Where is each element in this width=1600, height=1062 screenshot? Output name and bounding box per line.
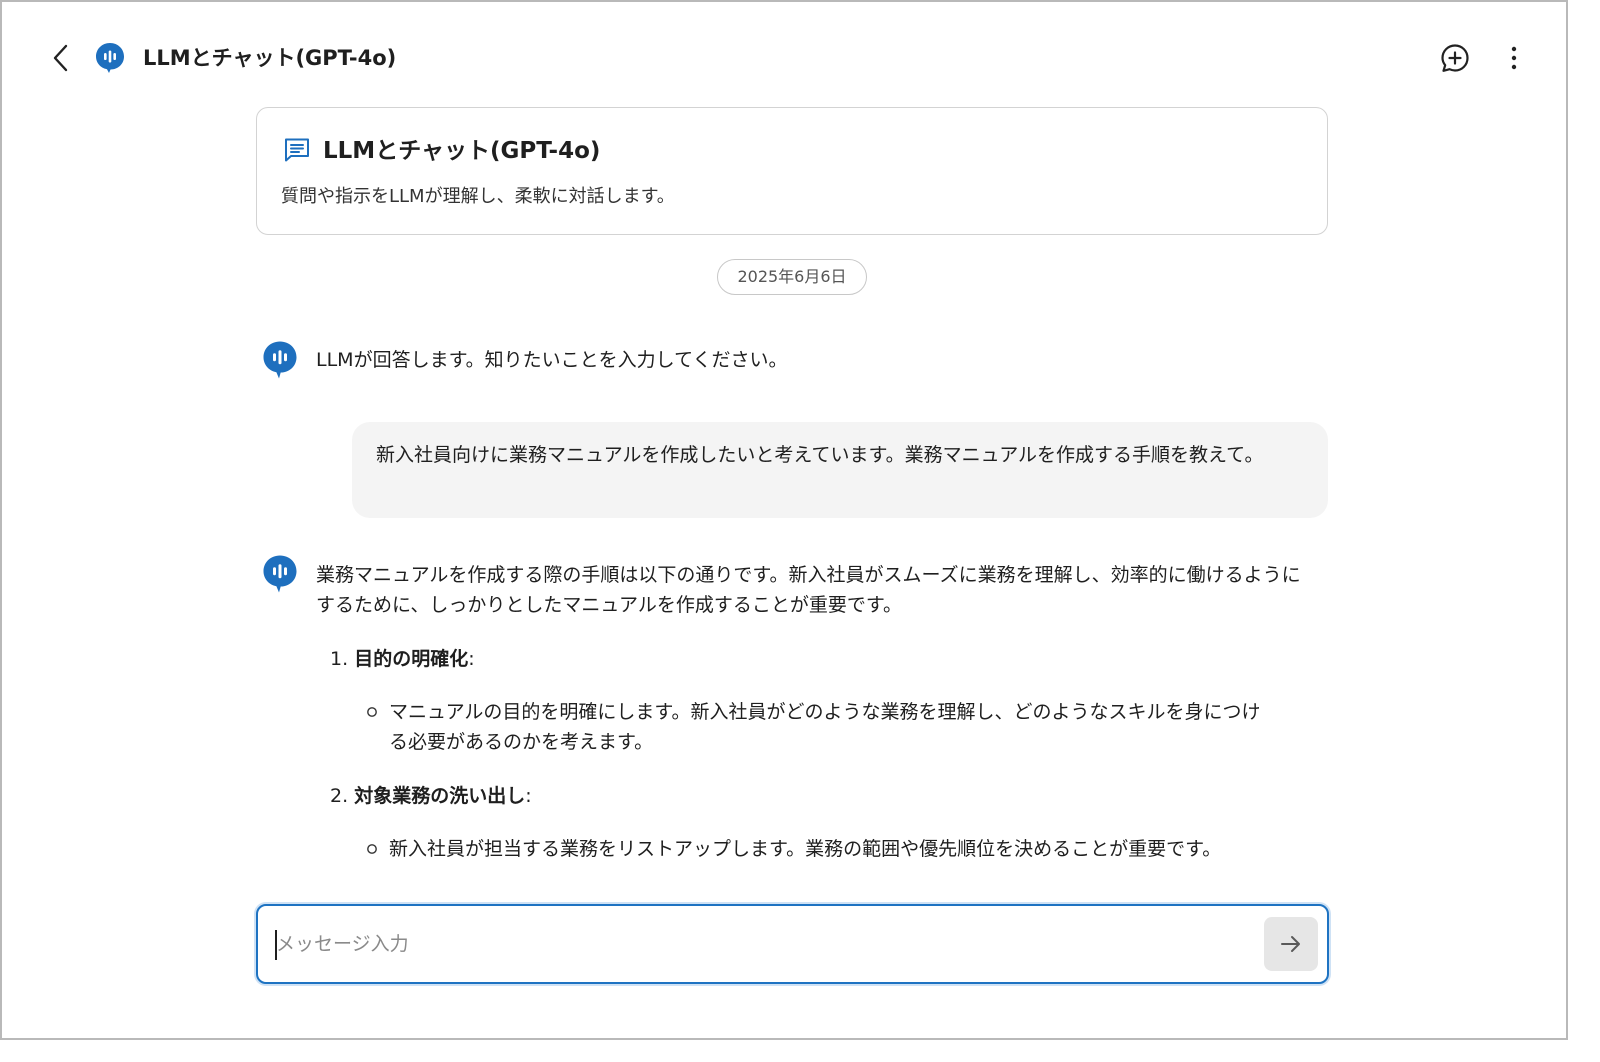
- step-colon: :: [525, 785, 532, 807]
- send-button[interactable]: [1264, 917, 1318, 971]
- step-heading: 1. 目的の明確化:: [330, 644, 475, 674]
- page-title: LLMとチャット(GPT-4o): [143, 46, 397, 70]
- app-info-card: LLMとチャット(GPT-4o) 質問や指示をLLMが理解し、柔軟に対話します。: [256, 107, 1328, 235]
- card-title: LLMとチャット(GPT-4o): [323, 138, 601, 164]
- message-input[interactable]: [276, 920, 1236, 968]
- bot-avatar-icon: [263, 555, 297, 593]
- more-vertical-icon: [1511, 46, 1517, 70]
- step-detail: マニュアルの目的を明確にします。新入社員がどのような業務を理解し、どのようなスキ…: [389, 701, 1261, 753]
- user-message-bubble: 新入社員向けに業務マニュアルを作成したいと考えています。業務マニュアルを作成する…: [352, 422, 1328, 518]
- hollow-bullet-icon: [367, 707, 377, 717]
- new-chat-button[interactable]: [1439, 42, 1471, 74]
- message-composer: [256, 904, 1329, 984]
- user-message-text: 新入社員向けに業務マニュアルを作成したいと考えています。業務マニュアルを作成する…: [376, 444, 1264, 466]
- step-number: 1.: [330, 648, 349, 670]
- llm-speech-bubble-icon: [96, 43, 124, 73]
- chat-window: LLMとチャット(GPT-4o) LLMとチャット(GPT-4o) 質問や指示を…: [0, 0, 1568, 1040]
- message-lines-icon: [285, 138, 309, 162]
- hollow-bullet-icon: [367, 844, 377, 854]
- back-button[interactable]: [46, 40, 76, 76]
- date-separator: 2025年6月6日: [717, 259, 867, 295]
- header: LLMとチャット(GPT-4o): [2, 2, 1566, 112]
- chevron-left-icon: [53, 44, 68, 72]
- card-description: 質問や指示をLLMが理解し、柔軟に対話します。: [281, 186, 675, 207]
- bot-greeting-message: LLMが回答します。知りたいことを入力してください。: [316, 349, 788, 371]
- new-chat-plus-icon: [1441, 44, 1469, 72]
- step-detail: 新入社員が担当する業務をリストアップします。業務の範囲や優先順位を決めることが重…: [389, 838, 1222, 860]
- step-title: 目的の明確化: [354, 648, 469, 670]
- bot-reply-intro: 業務マニュアルを作成する際の手順は以下の通りです。新入社員がスムーズに業務を理解…: [316, 564, 1301, 616]
- more-options-button[interactable]: [1502, 42, 1526, 74]
- step-colon: :: [468, 648, 475, 670]
- step-number: 2.: [330, 785, 349, 807]
- step-heading: 2. 対象業務の洗い出し:: [330, 781, 532, 811]
- scroll-fade: [2, 886, 1566, 904]
- step-title: 対象業務の洗い出し: [354, 785, 526, 807]
- bot-avatar-icon: [263, 341, 297, 379]
- arrow-right-icon: [1281, 936, 1300, 952]
